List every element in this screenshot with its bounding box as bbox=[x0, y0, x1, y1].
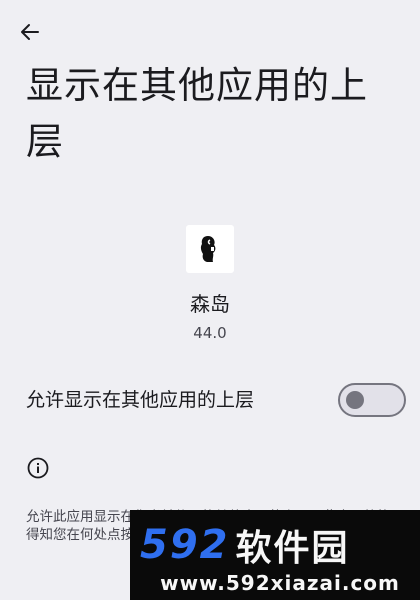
overlay-permission-row[interactable]: 允许显示在其他应用的上层 bbox=[0, 372, 420, 428]
watermark-logo: 592 软件园 bbox=[140, 518, 420, 572]
arrow-back-icon bbox=[21, 24, 39, 40]
overlay-permission-label: 允许显示在其他应用的上层 bbox=[26, 389, 255, 411]
app-icon bbox=[186, 225, 234, 273]
info-icon bbox=[27, 457, 49, 479]
app-version: 44.0 bbox=[193, 324, 227, 342]
watermark-logo-number: 592 bbox=[140, 522, 230, 568]
app-logo-image bbox=[200, 236, 216, 262]
app-name: 森岛 bbox=[190, 292, 230, 316]
back-button[interactable] bbox=[14, 18, 46, 46]
overlay-permission-switch[interactable] bbox=[338, 383, 406, 417]
page-title: 显示在其他应用的上层 bbox=[26, 64, 368, 163]
watermark-url: www.592xiazai.com bbox=[160, 571, 400, 595]
watermark-logo-name: 软件园 bbox=[235, 528, 350, 569]
switch-thumb bbox=[346, 391, 364, 409]
site-watermark: 592 软件园 www.592xiazai.com bbox=[130, 510, 420, 600]
